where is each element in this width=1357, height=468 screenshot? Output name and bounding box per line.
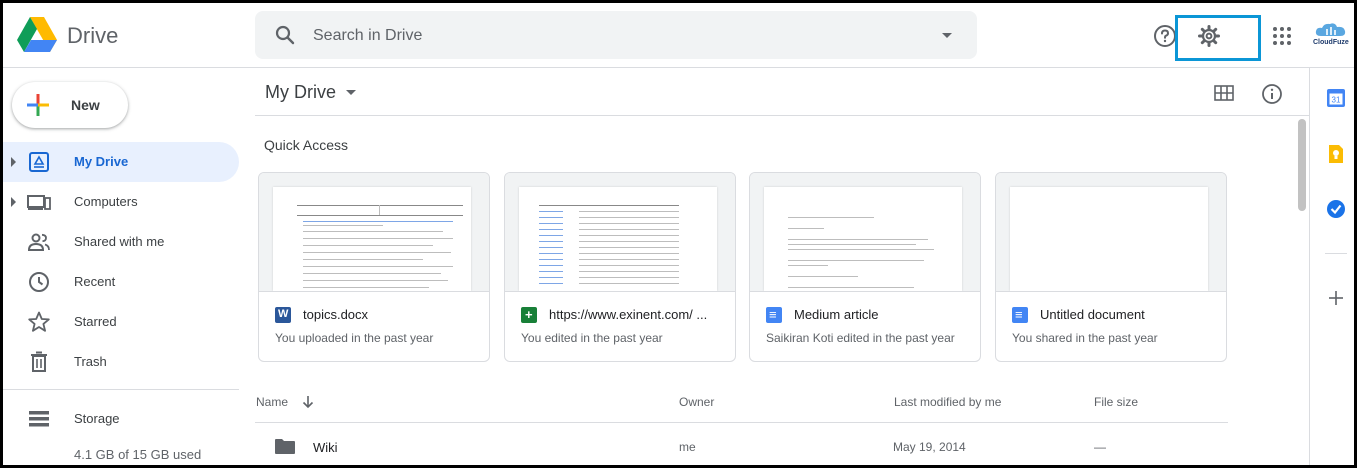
file-thumbnail [505, 173, 735, 292]
sort-arrow-down-icon[interactable] [301, 395, 315, 409]
table-divider [255, 422, 1228, 423]
file-name: topics.docx [303, 307, 369, 322]
new-button[interactable]: New [12, 82, 128, 128]
sheets-icon: + [521, 307, 537, 323]
column-header-last-modified[interactable]: Last modified by me [894, 395, 1001, 409]
side-panel-divider [1309, 67, 1310, 465]
add-addon-plus-icon[interactable] [1327, 289, 1345, 307]
column-header-owner[interactable]: Owner [679, 395, 714, 409]
sidebar-item-trash[interactable]: Trash [3, 342, 239, 382]
file-name: Untitled document [1040, 307, 1145, 322]
account-label: CloudFuze [1313, 39, 1349, 46]
trash-icon [31, 351, 47, 372]
file-thumbnail [750, 173, 980, 292]
document-preview [1010, 187, 1208, 291]
sidebar-item-label: Trash [74, 354, 107, 369]
gear-icon[interactable] [1197, 24, 1221, 48]
document-preview [273, 187, 471, 291]
main-divider [255, 115, 1309, 116]
sidebar-item-shared-with-me[interactable]: Shared with me [3, 222, 239, 262]
info-icon[interactable] [1261, 83, 1283, 105]
file-activity: You uploaded in the past year [275, 331, 434, 345]
sidebar-item-label: Starred [74, 314, 117, 329]
word-icon: W [275, 307, 291, 323]
sidebar-item-computers[interactable]: Computers [3, 182, 239, 222]
drive-logo-icon[interactable] [17, 17, 57, 53]
storage-icon [29, 411, 49, 427]
row-owner: me [679, 440, 696, 454]
grid-view-icon[interactable] [1213, 83, 1235, 103]
storage-label: Storage [74, 411, 120, 426]
row-file-size: — [1094, 440, 1106, 454]
sidebar-divider [3, 389, 239, 390]
search-bar[interactable] [255, 11, 977, 59]
search-options-caret-icon[interactable] [937, 25, 957, 45]
storage-usage-text: 4.1 GB of 15 GB used [74, 447, 202, 462]
tasks-icon[interactable] [1325, 198, 1347, 220]
scrollbar-thumb[interactable] [1298, 119, 1306, 211]
keep-icon[interactable] [1325, 143, 1347, 165]
cloud-logo-icon [1315, 23, 1346, 36]
sidebar-item-label: My Drive [74, 154, 129, 169]
clock-icon [29, 272, 49, 292]
spreadsheet-preview [519, 187, 717, 291]
chevron-down-icon[interactable] [345, 89, 357, 97]
sidebar-item-starred[interactable]: Starred [3, 302, 239, 342]
sidebar-item-my-drive[interactable]: My Drive [3, 142, 239, 182]
quick-access-card[interactable]: + https://www.exinent.com/ ... You edite… [504, 172, 736, 362]
file-thumbnail [259, 173, 489, 292]
panel-divider [1325, 253, 1347, 254]
expand-arrow-icon[interactable] [11, 197, 16, 207]
quick-access-title: Quick Access [264, 137, 349, 153]
apps-grid-icon[interactable] [1272, 26, 1292, 46]
column-header-file-size[interactable]: File size [1094, 395, 1138, 409]
search-input[interactable] [311, 23, 915, 49]
plus-multicolor-icon [27, 94, 49, 116]
svg-text:31: 31 [1332, 96, 1341, 105]
people-icon [27, 233, 50, 251]
sidebar-item-label: Computers [74, 194, 138, 209]
calendar-icon[interactable]: 31 [1325, 87, 1347, 109]
quick-access-card[interactable]: ≡ Medium article Saikiran Koti edited in… [749, 172, 981, 362]
account-avatar[interactable]: CloudFuze [1313, 21, 1349, 51]
file-name: Medium article [794, 307, 879, 322]
sidebar-item-recent[interactable]: Recent [3, 262, 239, 302]
sidebar-item-label: Recent [74, 274, 116, 289]
file-activity: You shared in the past year [1012, 331, 1158, 345]
top-bar: Drive Search in Drive CloudFuze [3, 3, 1354, 68]
drive-folder-icon [29, 152, 49, 172]
expand-arrow-icon[interactable] [11, 157, 16, 167]
page-title[interactable]: My Drive [265, 82, 336, 103]
star-icon [28, 311, 50, 332]
drive-window: Drive Search in Drive CloudFuze New My D… [0, 0, 1357, 468]
file-activity: Saikiran Koti edited in the past year [766, 331, 955, 345]
file-thumbnail [996, 173, 1226, 292]
file-name: https://www.exinent.com/ ... [549, 307, 708, 322]
brand-name[interactable]: Drive [67, 23, 118, 49]
file-activity: You edited in the past year [521, 331, 663, 345]
row-file-name: Wiki [313, 440, 338, 455]
sidebar-item-label: Shared with me [74, 234, 165, 249]
computers-icon [27, 195, 51, 210]
folder-icon [275, 439, 295, 454]
docs-icon: ≡ [766, 307, 782, 323]
sidebar-item-storage[interactable]: Storage [3, 399, 239, 439]
column-header-name[interactable]: Name [256, 395, 288, 409]
document-preview [764, 187, 962, 291]
row-last-modified: May 19, 2014 [893, 440, 966, 454]
search-icon[interactable] [273, 23, 297, 47]
new-button-label: New [71, 97, 100, 113]
quick-access-card[interactable]: ≡ Untitled document You shared in the pa… [995, 172, 1227, 362]
help-icon[interactable] [1153, 24, 1177, 48]
docs-icon: ≡ [1012, 307, 1028, 323]
quick-access-card[interactable]: W topics.docx You uploaded in the past y… [258, 172, 490, 362]
